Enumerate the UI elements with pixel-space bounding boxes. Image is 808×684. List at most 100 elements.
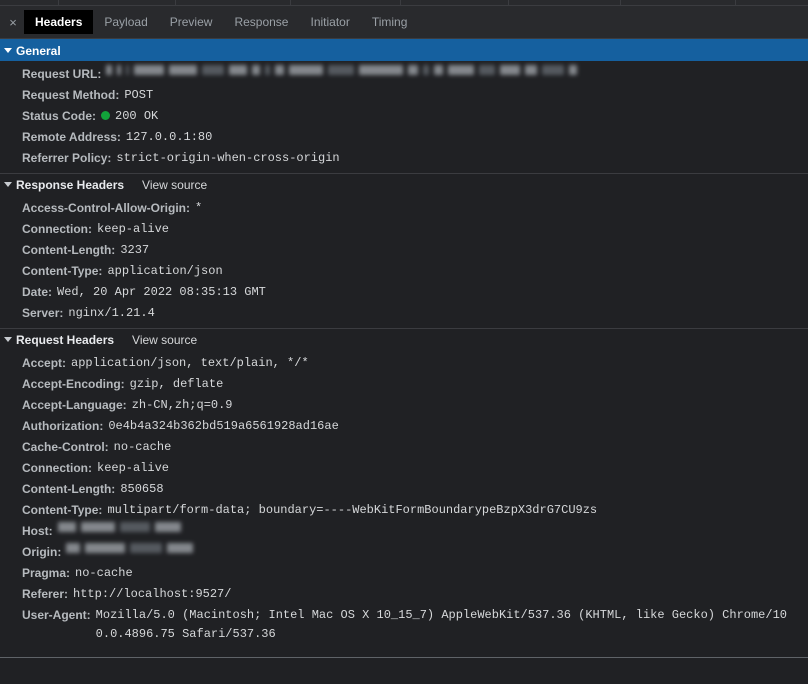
- header-row: Request Method: POST: [0, 85, 808, 106]
- header-name: Pragma:: [22, 566, 71, 580]
- triangle-down-icon: [4, 337, 12, 342]
- header-value: http://localhost:9527/: [73, 587, 232, 601]
- header-name: Accept-Encoding:: [22, 377, 125, 391]
- section-header-request-headers[interactable]: Request Headers View source: [0, 328, 808, 350]
- section-header-response-headers[interactable]: Response Headers View source: [0, 173, 808, 195]
- close-icon[interactable]: ×: [2, 10, 24, 34]
- redacted-value: [57, 522, 181, 532]
- section-title: General: [16, 43, 61, 58]
- redaction-block: [569, 65, 578, 75]
- header-rows: Accept: application/json, text/plain, */*…: [0, 350, 808, 649]
- triangle-down-icon: [4, 182, 12, 187]
- redaction-block: [479, 65, 496, 75]
- redaction-block: [66, 543, 81, 553]
- header-row: Server: nginx/1.21.4: [0, 303, 808, 324]
- status-code-text: 200 OK: [115, 109, 159, 123]
- view-source-link[interactable]: View source: [132, 333, 197, 347]
- redaction-block: [229, 65, 248, 75]
- redaction-block: [434, 65, 444, 75]
- header-row: Referer: http://localhost:9527/: [0, 584, 808, 605]
- redaction-block: [252, 65, 261, 75]
- redaction-block: [359, 65, 404, 75]
- bottom-divider: [0, 657, 808, 658]
- tab-preview[interactable]: Preview: [159, 10, 224, 34]
- redaction-block: [202, 65, 225, 75]
- header-row: Cache-Control: no-cache: [0, 437, 808, 458]
- header-row: Content-Type: multipart/form-data; bounda…: [0, 500, 808, 521]
- redacted-value: [66, 543, 194, 553]
- header-value: multipart/form-data; boundary=----WebKit…: [107, 503, 598, 517]
- header-value: 127.0.0.1:80: [125, 130, 213, 144]
- header-value: nginx/1.21.4: [68, 306, 155, 320]
- header-value: application/json: [107, 264, 223, 278]
- header-value: no-cache: [113, 440, 172, 454]
- section-header-general[interactable]: General: [0, 39, 808, 61]
- header-name: Content-Type:: [22, 264, 103, 278]
- column-divider-3: [400, 0, 401, 5]
- header-name: Content-Length:: [22, 482, 116, 496]
- header-row: Request URL:: [0, 64, 808, 85]
- header-row: User-Agent: Mozilla/5.0 (Macintosh; Intel…: [0, 605, 808, 645]
- column-divider-2: [290, 0, 291, 5]
- header-value: Wed, 20 Apr 2022 08:35:13 GMT: [57, 285, 266, 299]
- header-row: Accept-Encoding: gzip, deflate: [0, 374, 808, 395]
- redaction-block: [500, 65, 521, 75]
- header-rows: Access-Control-Allow-Origin: * Connection:…: [0, 195, 808, 328]
- header-row: Date: Wed, 20 Apr 2022 08:35:13 GMT: [0, 282, 808, 303]
- section-title: Response Headers: [16, 177, 125, 192]
- header-name: Server:: [22, 306, 64, 320]
- detail-tabbar: × Headers Payload Preview Response Initiator…: [0, 6, 808, 39]
- tab-payload[interactable]: Payload: [93, 10, 158, 34]
- header-name: Referrer Policy:: [22, 151, 112, 165]
- column-divider-1: [175, 0, 176, 5]
- redaction-block: [117, 65, 122, 75]
- header-row: Content-Length: 850658: [0, 479, 808, 500]
- redaction-block: [289, 65, 324, 75]
- redaction-block: [265, 65, 271, 75]
- tab-initiator[interactable]: Initiator: [299, 10, 360, 34]
- redaction-block: [525, 65, 538, 75]
- header-name: Host:: [22, 524, 53, 538]
- redaction-block: [448, 65, 475, 75]
- status-ok-icon: [101, 111, 111, 120]
- header-name: Referer:: [22, 587, 69, 601]
- tab-response[interactable]: Response: [223, 10, 299, 34]
- column-divider-0: [58, 0, 59, 5]
- header-value: strict-origin-when-cross-origin: [116, 151, 340, 165]
- header-value: gzip, deflate: [129, 377, 224, 391]
- header-value: Mozilla/5.0 (Macintosh; Intel Mac OS X 1…: [95, 608, 787, 641]
- header-value: application/json, text/plain, */*: [71, 356, 309, 370]
- header-name: Accept:: [22, 356, 67, 370]
- redaction-block: [80, 522, 115, 532]
- header-name: Connection:: [22, 222, 92, 236]
- header-row: Connection: keep-alive: [0, 219, 808, 240]
- tab-timing[interactable]: Timing: [361, 10, 419, 34]
- header-row: Accept-Language: zh-CN,zh;q=0.9: [0, 395, 808, 416]
- redaction-block: [134, 65, 165, 75]
- header-row: Accept: application/json, text/plain, */*: [0, 353, 808, 374]
- triangle-down-icon: [4, 48, 12, 53]
- header-row: Authorization: 0e4b4a324b362bd519a6561928…: [0, 416, 808, 437]
- header-value: keep-alive: [97, 461, 170, 475]
- header-row: Host:: [0, 521, 808, 542]
- header-name: Content-Length:: [22, 243, 116, 257]
- header-name: Status Code:: [22, 109, 97, 123]
- header-name: User-Agent:: [22, 608, 91, 622]
- header-value: keep-alive: [97, 222, 170, 236]
- header-value: zh-CN,zh;q=0.9: [131, 398, 233, 412]
- redacted-value: [106, 65, 578, 75]
- header-name: Request Method:: [22, 88, 120, 102]
- header-rows: Request URL: Request Method: POST Status Co…: [0, 61, 808, 173]
- tab-headers[interactable]: Headers: [24, 10, 94, 34]
- header-name: Request URL:: [22, 67, 102, 81]
- header-row: Origin:: [0, 542, 808, 563]
- redaction-block: [423, 65, 430, 75]
- redaction-block: [408, 65, 419, 75]
- redaction-block: [106, 65, 113, 75]
- redaction-block: [119, 522, 150, 532]
- section-title: Request Headers: [16, 332, 115, 347]
- headers-content: General Request URL: Request Method: POST St…: [0, 39, 808, 683]
- view-source-link[interactable]: View source: [142, 178, 207, 192]
- header-name: Connection:: [22, 461, 92, 475]
- header-name: Authorization:: [22, 419, 104, 433]
